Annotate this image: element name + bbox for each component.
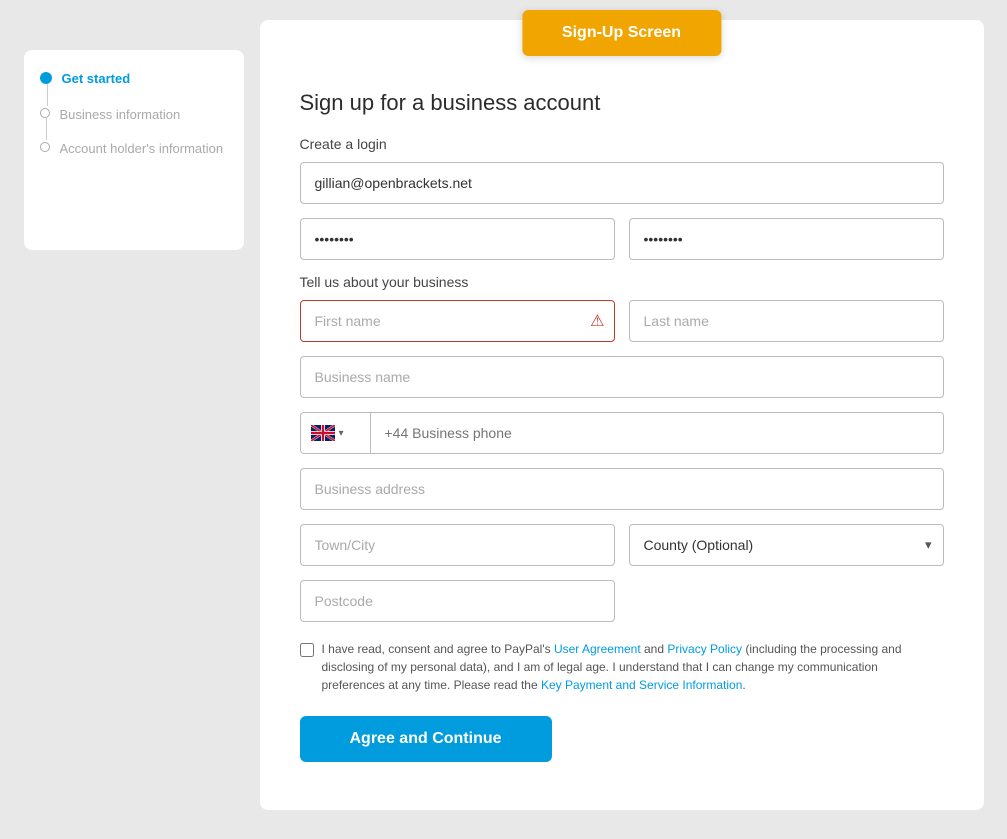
county-wrap: County (Optional) Berkshire Bristol Buck…	[629, 524, 944, 566]
step-indicator-col-2	[40, 106, 50, 140]
step-dot-inactive-3	[40, 142, 50, 152]
town-wrap	[300, 524, 615, 566]
step-line-1	[47, 84, 48, 106]
main-content: Sign-Up Screen Sign up for a business ac…	[260, 20, 984, 810]
town-input[interactable]	[300, 524, 615, 566]
first-name-wrap: ⚠	[300, 300, 615, 342]
email-input[interactable]	[300, 162, 944, 204]
terms-text: I have read, consent and agree to PayPal…	[322, 640, 944, 694]
uk-flag-icon	[311, 425, 335, 441]
terms-text-end: .	[742, 678, 745, 692]
steps-column: Get started Business information Account…	[40, 70, 228, 174]
phone-group: ▾	[300, 412, 944, 454]
county-select[interactable]: County (Optional) Berkshire Bristol Buck…	[629, 524, 944, 566]
password-row	[300, 218, 944, 260]
password-confirm-wrap	[629, 218, 944, 260]
terms-text-mid: and	[641, 642, 668, 656]
password-input[interactable]	[300, 218, 615, 260]
step-label-account-holder: Account holder's information	[60, 140, 224, 174]
postcode-group	[300, 580, 944, 622]
business-address-input[interactable]	[300, 468, 944, 510]
key-payment-link[interactable]: Key Payment and Service Information	[541, 678, 742, 692]
town-county-row: County (Optional) Berkshire Bristol Buck…	[300, 524, 944, 566]
step-row-account-holder: Account holder's information	[40, 140, 228, 174]
first-name-input[interactable]	[300, 300, 615, 342]
terms-checkbox[interactable]	[300, 643, 314, 657]
terms-text-before: I have read, consent and agree to PayPal…	[322, 642, 554, 656]
step-row-business-info: Business information	[40, 106, 228, 140]
password-wrap	[300, 218, 615, 260]
page-title: Sign up for a business account	[300, 90, 944, 116]
terms-row: I have read, consent and agree to PayPal…	[300, 640, 944, 694]
password-confirm-input[interactable]	[629, 218, 944, 260]
step-dot-active-1	[40, 72, 52, 84]
step-row-get-started: Get started	[40, 70, 228, 106]
step-indicator-col-3	[40, 140, 50, 152]
step-label-business-info: Business information	[60, 106, 181, 140]
step-indicator-col-1	[40, 70, 52, 106]
phone-chevron-icon: ▾	[339, 428, 344, 439]
postcode-input[interactable]	[300, 580, 615, 622]
signup-screen-button[interactable]: Sign-Up Screen	[522, 10, 721, 56]
email-group	[300, 162, 944, 204]
address-group	[300, 468, 944, 510]
last-name-wrap	[629, 300, 944, 342]
phone-flag-selector[interactable]: ▾	[301, 413, 371, 453]
privacy-policy-link[interactable]: Privacy Policy	[667, 642, 742, 656]
agree-continue-button[interactable]: Agree and Continue	[300, 716, 552, 762]
user-agreement-link[interactable]: User Agreement	[554, 642, 641, 656]
step-label-get-started: Get started	[62, 70, 131, 104]
phone-row: ▾	[300, 412, 944, 454]
sidebar: Get started Business information Account…	[24, 50, 244, 250]
phone-input[interactable]	[371, 413, 943, 453]
last-name-input[interactable]	[629, 300, 944, 342]
name-row: ⚠	[300, 300, 944, 342]
create-login-label: Create a login	[300, 136, 944, 152]
business-name-input[interactable]	[300, 356, 944, 398]
step-line-2	[46, 118, 47, 140]
tell-us-label: Tell us about your business	[300, 274, 944, 290]
business-name-group	[300, 356, 944, 398]
step-dot-inactive-2	[40, 108, 50, 118]
